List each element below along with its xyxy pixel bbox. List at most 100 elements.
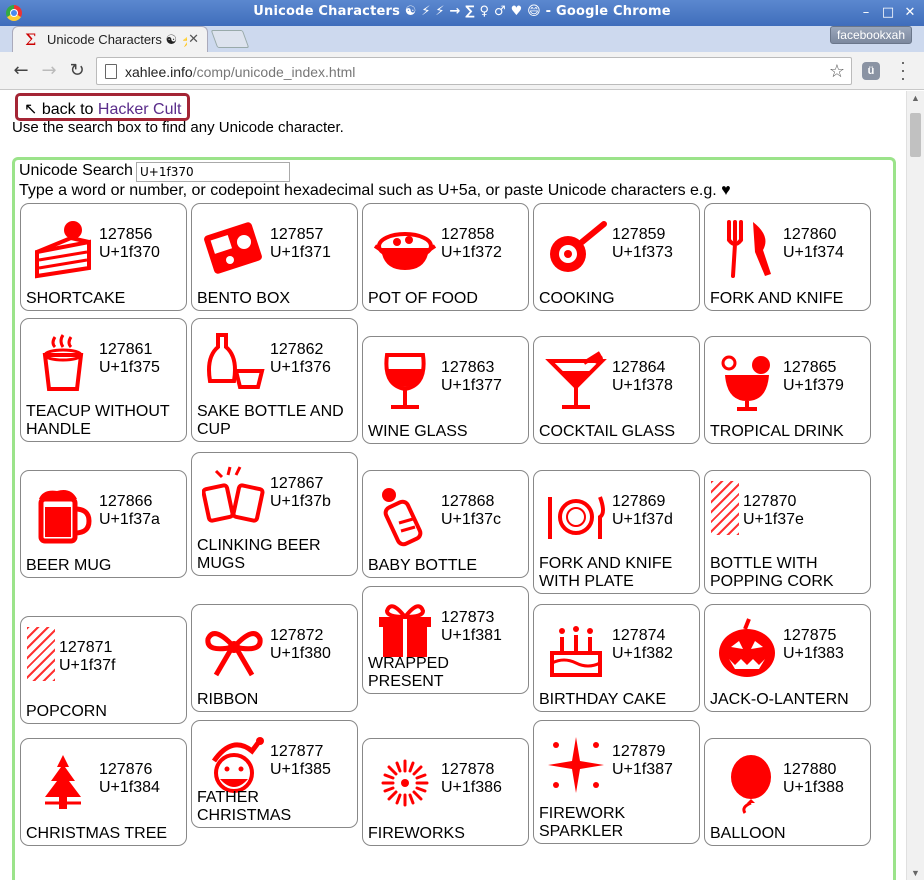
char-card[interactable]: 127868 U+1f37c BABY BOTTLE bbox=[362, 470, 529, 578]
tab-unicode-characters[interactable]: Σ Unicode Characters ☯ ⚡ ✕ bbox=[12, 26, 208, 52]
char-codepoint: U+1f374 bbox=[783, 244, 844, 261]
tab-strip: Σ Unicode Characters ☯ ⚡ ✕ facebookxah bbox=[0, 26, 924, 52]
char-decimal: 127870 bbox=[743, 493, 797, 510]
char-decimal: 127880 bbox=[783, 761, 837, 778]
address-bar[interactable]: xahlee.info/comp/unicode_index.html ☆ bbox=[96, 57, 852, 85]
char-card[interactable]: 127867 U+1f37b CLINKING BEER MUGS bbox=[191, 452, 358, 576]
back-prefix: ↖ back to bbox=[24, 101, 98, 118]
back-arrow-icon[interactable]: ← bbox=[10, 60, 32, 82]
ribbon-icon bbox=[202, 617, 266, 681]
char-card[interactable]: 127879 U+1f387 FIREWORK SPARKLER bbox=[533, 720, 700, 844]
char-card[interactable]: 127866 U+1f37a BEER MUG bbox=[20, 470, 187, 578]
fireworks-icon bbox=[373, 751, 437, 815]
fork-and-knife-icon bbox=[715, 216, 779, 280]
char-card[interactable]: 127877 U+1f385 FATHER CHRISTMAS bbox=[191, 720, 358, 828]
char-decimal: 127879 bbox=[612, 743, 666, 760]
sigma-favicon-icon: Σ bbox=[25, 30, 37, 49]
char-card[interactable]: 127857 U+1f371 BENTO BOX bbox=[191, 203, 358, 311]
forward-arrow-icon[interactable]: → bbox=[38, 60, 60, 82]
sake-icon bbox=[202, 331, 266, 395]
baby-bottle-icon bbox=[373, 483, 437, 547]
char-codepoint: U+1f387 bbox=[612, 761, 673, 778]
char-card[interactable]: 127873 U+1f381 WRAPPED PRESENT bbox=[362, 586, 529, 694]
char-card[interactable]: 127876 U+1f384 CHRISTMAS TREE bbox=[20, 738, 187, 846]
char-name: POPCORN bbox=[26, 703, 107, 720]
char-decimal: 127878 bbox=[441, 761, 495, 778]
char-card[interactable]: 127862 U+1f376 SAKE BOTTLE AND CUP bbox=[191, 318, 358, 442]
reload-icon[interactable]: ↻ bbox=[66, 60, 88, 82]
char-codepoint: U+1f37c bbox=[441, 511, 502, 528]
char-decimal: 127862 bbox=[270, 341, 324, 358]
char-decimal: 127863 bbox=[441, 359, 495, 376]
char-name: SHORTCAKE bbox=[26, 290, 126, 307]
wrapped-present-icon bbox=[373, 599, 437, 663]
tab-close-icon[interactable]: ✕ bbox=[188, 31, 199, 47]
char-codepoint: U+1f372 bbox=[441, 244, 502, 261]
char-card[interactable]: 127858 U+1f372 POT OF FOOD bbox=[362, 203, 529, 311]
char-codepoint: U+1f383 bbox=[783, 645, 844, 662]
page-icon bbox=[105, 64, 117, 79]
maximize-icon[interactable]: □ bbox=[880, 5, 896, 21]
char-name: JACK-O-LANTERN bbox=[710, 691, 849, 708]
char-codepoint: U+1f382 bbox=[612, 645, 673, 662]
char-decimal: 127866 bbox=[99, 493, 153, 510]
char-decimal: 127874 bbox=[612, 627, 666, 644]
char-card[interactable]: 127880 U+1f388 BALLOON bbox=[704, 738, 871, 846]
char-name: WRAPPED PRESENT bbox=[368, 655, 449, 690]
intro-text: Use the search box to find any Unicode c… bbox=[12, 119, 344, 136]
new-tab-button[interactable] bbox=[210, 30, 250, 48]
char-decimal: 127861 bbox=[99, 341, 153, 358]
char-codepoint: U+1f385 bbox=[270, 761, 331, 778]
cooking-icon bbox=[544, 216, 608, 280]
clinking-beer-mugs-icon bbox=[201, 465, 266, 529]
search-hint: Type a word or number, or codepoint hexa… bbox=[19, 182, 731, 199]
browser-toolbar: ← → ↻ xahlee.info/comp/unicode_index.htm… bbox=[0, 52, 924, 90]
char-card[interactable]: 127869 U+1f37d FORK AND KNIFE WITH PLATE bbox=[533, 470, 700, 594]
minimize-icon[interactable]: – bbox=[858, 5, 874, 21]
char-card[interactable]: 127874 U+1f382 BIRTHDAY CAKE bbox=[533, 604, 700, 712]
url-text[interactable]: xahlee.info/comp/unicode_index.html bbox=[125, 64, 355, 80]
char-name: BEER MUG bbox=[26, 557, 112, 574]
char-decimal: 127872 bbox=[270, 627, 324, 644]
char-name: BALLOON bbox=[710, 825, 786, 842]
beer-mug-icon bbox=[31, 483, 95, 547]
char-codepoint: U+1f377 bbox=[441, 377, 502, 394]
char-decimal: 127877 bbox=[270, 743, 324, 760]
char-codepoint: U+1f371 bbox=[270, 244, 331, 261]
scroll-up-icon[interactable]: ▲ bbox=[911, 93, 920, 103]
cocktail-glass-icon bbox=[544, 349, 608, 413]
char-card[interactable]: 127870 U+1f37e BOTTLE WITH POPPING CORK bbox=[704, 470, 871, 594]
menu-icon[interactable]: · · · bbox=[895, 53, 911, 87]
char-card[interactable]: 127860 U+1f374 FORK AND KNIFE bbox=[704, 203, 871, 311]
char-decimal: 127865 bbox=[783, 359, 837, 376]
char-name: TEACUP WITHOUT HANDLE bbox=[26, 403, 170, 438]
char-codepoint: U+1f370 bbox=[99, 244, 160, 261]
char-card[interactable]: 127861 U+1f375 TEACUP WITHOUT HANDLE bbox=[20, 318, 187, 442]
page-scrollbar[interactable]: ▲ ▼ bbox=[906, 91, 924, 880]
close-icon[interactable]: ✕ bbox=[902, 5, 918, 21]
char-name: FIREWORK SPARKLER bbox=[539, 805, 626, 840]
char-card[interactable]: 127871 U+1f37f POPCORN bbox=[20, 616, 187, 724]
char-card[interactable]: 127875 U+1f383 JACK-O-LANTERN bbox=[704, 604, 871, 712]
char-name: RIBBON bbox=[197, 691, 259, 708]
profile-button[interactable]: facebookxah bbox=[829, 26, 912, 44]
char-card[interactable]: 127859 U+1f373 COOKING bbox=[533, 203, 700, 311]
firework-sparkler-icon bbox=[544, 733, 608, 797]
char-name: BENTO BOX bbox=[197, 290, 291, 307]
char-name: FATHER CHRISTMAS bbox=[197, 789, 292, 824]
bookmark-star-icon[interactable]: ☆ bbox=[829, 61, 845, 82]
scroll-down-icon[interactable]: ▼ bbox=[911, 868, 920, 878]
char-card[interactable]: 127865 U+1f379 TROPICAL DRINK bbox=[704, 336, 871, 444]
char-card[interactable]: 127863 U+1f377 WINE GLASS bbox=[362, 336, 529, 444]
scroll-thumb[interactable] bbox=[910, 113, 921, 157]
unicode-search-input[interactable] bbox=[136, 162, 290, 182]
char-codepoint: U+1f373 bbox=[612, 244, 673, 261]
char-codepoint: U+1f376 bbox=[270, 359, 331, 376]
extension-icon[interactable]: ü bbox=[862, 62, 880, 80]
char-card[interactable]: 127878 U+1f386 FIREWORKS bbox=[362, 738, 529, 846]
hacker-cult-link[interactable]: Hacker Cult bbox=[98, 101, 182, 118]
missing-glyph-icon bbox=[711, 481, 739, 535]
char-card[interactable]: 127872 U+1f380 RIBBON bbox=[191, 604, 358, 712]
char-card[interactable]: 127864 U+1f378 COCKTAIL GLASS bbox=[533, 336, 700, 444]
char-card[interactable]: 127856 U+1f370 SHORTCAKE bbox=[20, 203, 187, 311]
